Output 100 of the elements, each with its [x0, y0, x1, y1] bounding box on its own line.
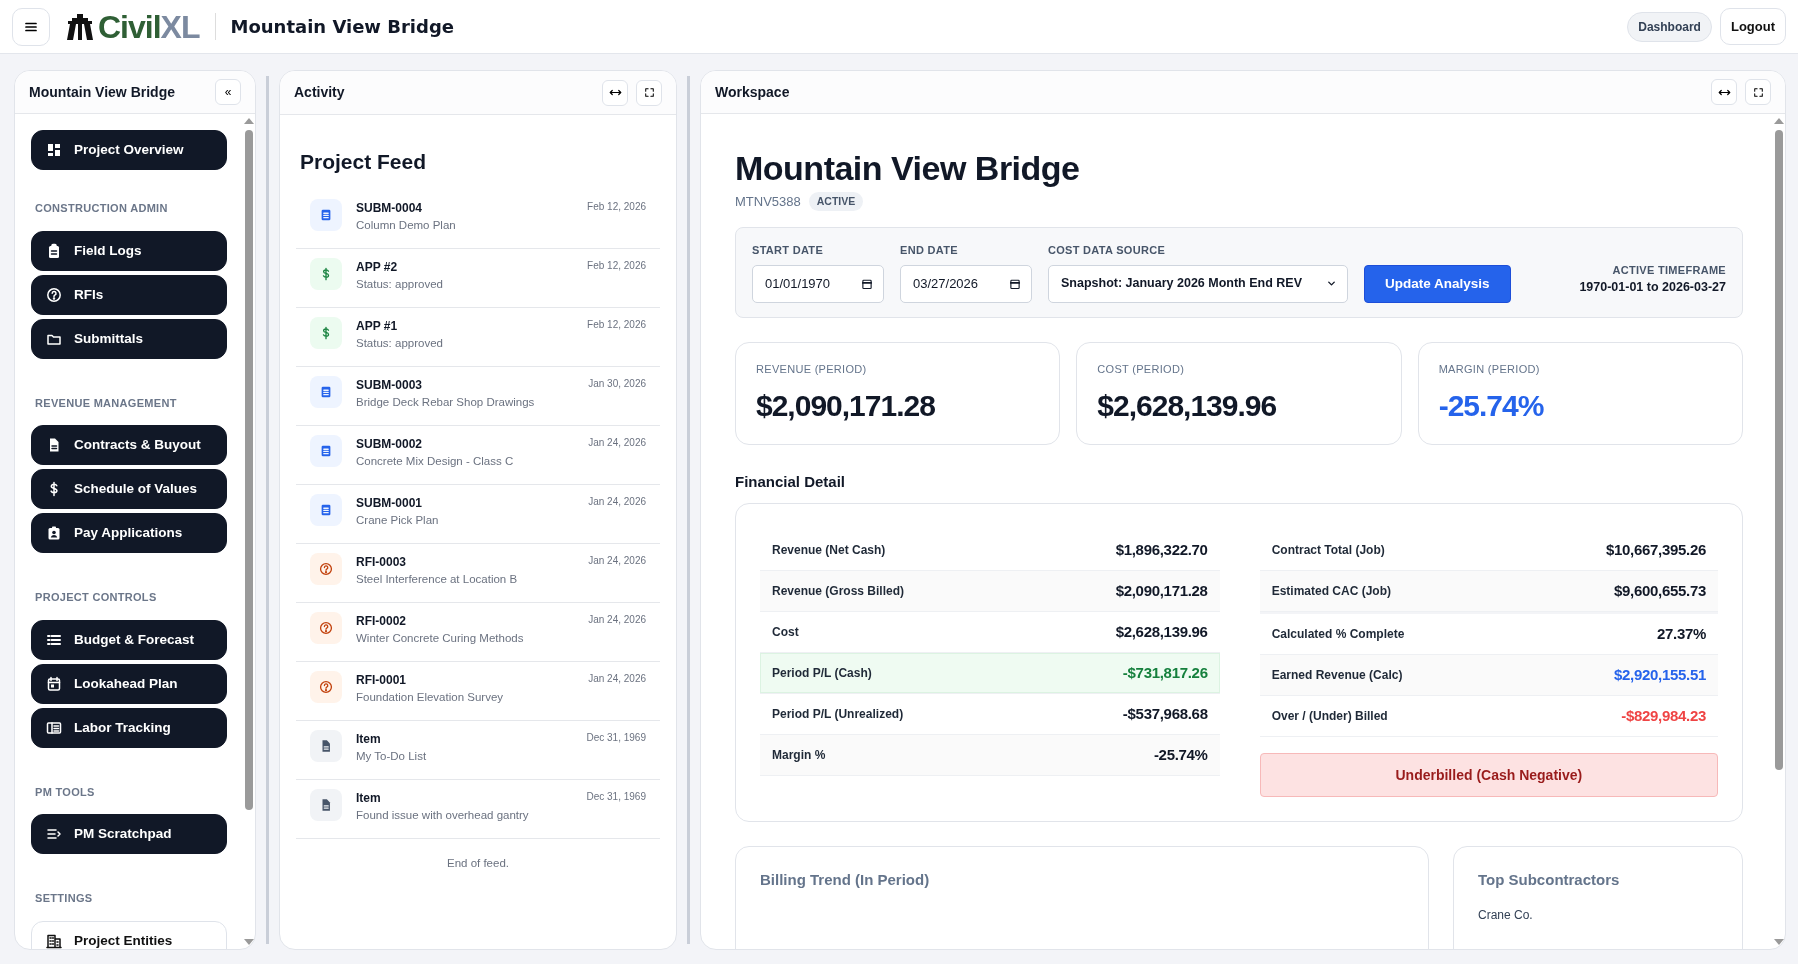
nav-button[interactable]: Field Logs — [31, 230, 227, 271]
source-dropdown[interactable]: Snapshot: January 2026 Month End REV — [1048, 264, 1348, 303]
nav-button[interactable]: Pay Applications — [31, 513, 227, 554]
row-label: Over / (Under) Billed — [1271, 708, 1388, 726]
feed-item[interactable]: SUBM-0001 Crane Pick Plan Jan 24, 2026 — [296, 485, 660, 545]
expand-width-button[interactable] — [1711, 79, 1737, 106]
section-heading: PROJECT CONTROLS — [35, 590, 158, 606]
row-label: Contract Total (Job) — [1271, 542, 1385, 560]
feed-item[interactable]: SUBM-0003 Bridge Deck Rebar Shop Drawings Jan 30, 2026 — [296, 367, 660, 427]
scroll-down-icon[interactable] — [244, 939, 254, 945]
row-value: $2,628,139.96 — [1115, 622, 1208, 642]
scrollbar-thumb[interactable] — [1775, 130, 1783, 771]
id-badge-icon — [46, 525, 62, 542]
feed-item[interactable]: RFI-0002 Winter Concrete Curing Methods Jan 24, 2026 — [296, 603, 660, 663]
scroll-up-icon[interactable] — [1774, 118, 1784, 125]
kpi-label: REVENUE (PERIOD) — [756, 361, 868, 377]
row-value: $2,090,171.28 — [1115, 581, 1208, 601]
row-label: Margin % — [772, 747, 826, 765]
nav-button[interactable]: Project Overview — [31, 130, 227, 171]
feed-item-subtitle: Steel Interference at Location B — [356, 572, 518, 588]
field-label: START DATE — [752, 243, 825, 259]
question-icon — [319, 562, 333, 577]
building-icon — [46, 932, 62, 949]
feed-item-title: SUBM-0004 — [356, 200, 424, 218]
scrollbar-thumb[interactable] — [245, 130, 253, 811]
nav-button[interactable]: PM Scratchpad — [31, 814, 227, 855]
row-value: $2,920,155.51 — [1614, 665, 1706, 685]
row-value: 27.37% — [1656, 624, 1706, 644]
feed-item-date: Dec 31, 1969 — [586, 731, 646, 746]
nav-button[interactable]: Contracts & Buyout — [31, 425, 227, 466]
feed-item-title: SUBM-0001 — [356, 495, 424, 513]
nav-button[interactable]: RFIs — [31, 274, 227, 315]
kpi-value: $2,090,171.28 — [756, 388, 936, 425]
question-icon — [319, 680, 333, 695]
feed-item-title: RFI-0003 — [356, 554, 408, 572]
nav-button[interactable]: Project Entities — [31, 920, 227, 949]
row-value: $9,600,655.73 — [1614, 581, 1706, 601]
clipboard-icon — [46, 242, 62, 259]
nav-button[interactable]: Schedule of Values — [31, 469, 227, 510]
feed-item[interactable]: SUBM-0004 Column Demo Plan Feb 12, 2026 — [296, 190, 660, 250]
nav-button[interactable]: Labor Tracking — [31, 707, 227, 748]
feed-heading: Project Feed — [300, 149, 428, 175]
feed-item-subtitle: Bridge Deck Rebar Shop Drawings — [356, 395, 535, 411]
kpi-label: MARGIN (PERIOD) — [1438, 361, 1541, 377]
feed-item[interactable]: APP #2 Status: approved Feb 12, 2026 — [296, 249, 660, 309]
row-label: Period P/L (Cash) — [772, 665, 872, 683]
row-value: $10,667,395.26 — [1605, 540, 1706, 560]
feed-item-title: Item — [356, 731, 382, 749]
row-label: Revenue (Net Cash) — [772, 542, 886, 560]
feed-item-subtitle: My To-Do List — [356, 749, 427, 765]
feed-item[interactable]: Item My To-Do List Dec 31, 1969 — [296, 721, 660, 781]
feed-item-date: Feb 12, 2026 — [587, 318, 646, 333]
feed-item-title: SUBM-0003 — [356, 377, 424, 395]
dashboard-button[interactable]: Dashboard — [1627, 11, 1712, 42]
update-analysis-button[interactable]: Update Analysis — [1364, 264, 1511, 303]
project-code: MTNV5388 — [735, 192, 801, 211]
menu-button[interactable] — [12, 7, 50, 46]
fullscreen-button[interactable] — [1745, 79, 1771, 106]
feed-item-title: SUBM-0002 — [356, 436, 424, 454]
expand-width-button[interactable] — [602, 79, 628, 106]
feed-item[interactable]: RFI-0003 Steel Interference at Location B Jan 24, 2026 — [296, 544, 660, 604]
date-field[interactable]: 01/01/1970 — [752, 264, 884, 303]
feed-item-date: Jan 24, 2026 — [588, 672, 646, 687]
section-title: Financial Detail — [735, 471, 847, 492]
fullscreen-icon — [643, 87, 655, 98]
chart-title: Billing Trend (In Period) — [760, 870, 931, 891]
nav-button[interactable]: Budget & Forecast — [31, 619, 227, 660]
feed-item[interactable]: RFI-0001 Foundation Elevation Survey Jan 24, 2026 — [296, 662, 660, 722]
feed-item-title: APP #1 — [356, 318, 399, 336]
row-label: Cost — [772, 624, 799, 642]
calendar-icon — [46, 675, 62, 692]
feed-item[interactable]: SUBM-0002 Concrete Mix Design - Class C Jan 24, 2026 — [296, 426, 660, 486]
card-title: Top Subcontractors — [1478, 870, 1621, 891]
row-label: Calculated % Complete — [1271, 626, 1405, 644]
timeframe-value: 1970-01-01 to 2026-03-27 — [1579, 279, 1726, 297]
feed-item[interactable]: Item Found issue with overhead gantry Dec 31, 1969 — [296, 780, 660, 840]
dashboard-icon — [46, 142, 62, 159]
row-label: Period P/L (Unrealized) — [772, 706, 904, 724]
logout-button[interactable]: Logout — [1719, 7, 1786, 46]
feed-item[interactable]: APP #1 Status: approved Feb 12, 2026 — [296, 308, 660, 368]
nav-button[interactable]: Submittals — [31, 318, 227, 359]
timeframe-label: ACTIVE TIMEFRAME — [1611, 262, 1726, 278]
fullscreen-button[interactable] — [636, 79, 662, 106]
scroll-up-icon[interactable] — [244, 118, 254, 125]
date-field[interactable]: 03/27/2026 — [900, 264, 1032, 303]
feed-item-date: Jan 24, 2026 — [588, 436, 646, 451]
feed-item-date: Jan 30, 2026 — [588, 377, 646, 392]
note-icon — [319, 385, 333, 400]
calendar-icon — [1009, 277, 1021, 290]
feed-item-subtitle: Found issue with overhead gantry — [356, 808, 529, 824]
row-label: Estimated CAC (Job) — [1271, 583, 1391, 601]
question-icon — [46, 286, 62, 303]
feed-item-subtitle: Status: approved — [356, 336, 443, 352]
warning-alert: Underbilled (Cash Negative) — [1259, 753, 1718, 798]
scroll-down-icon[interactable] — [1774, 939, 1784, 945]
nav-button[interactable]: Lookahead Plan — [31, 663, 227, 704]
row-value: -25.74% — [1153, 745, 1208, 765]
row-value: $1,896,322.70 — [1115, 540, 1208, 560]
collapse-button[interactable]: « — [215, 79, 241, 106]
feed-item-date: Dec 31, 1969 — [586, 790, 646, 805]
